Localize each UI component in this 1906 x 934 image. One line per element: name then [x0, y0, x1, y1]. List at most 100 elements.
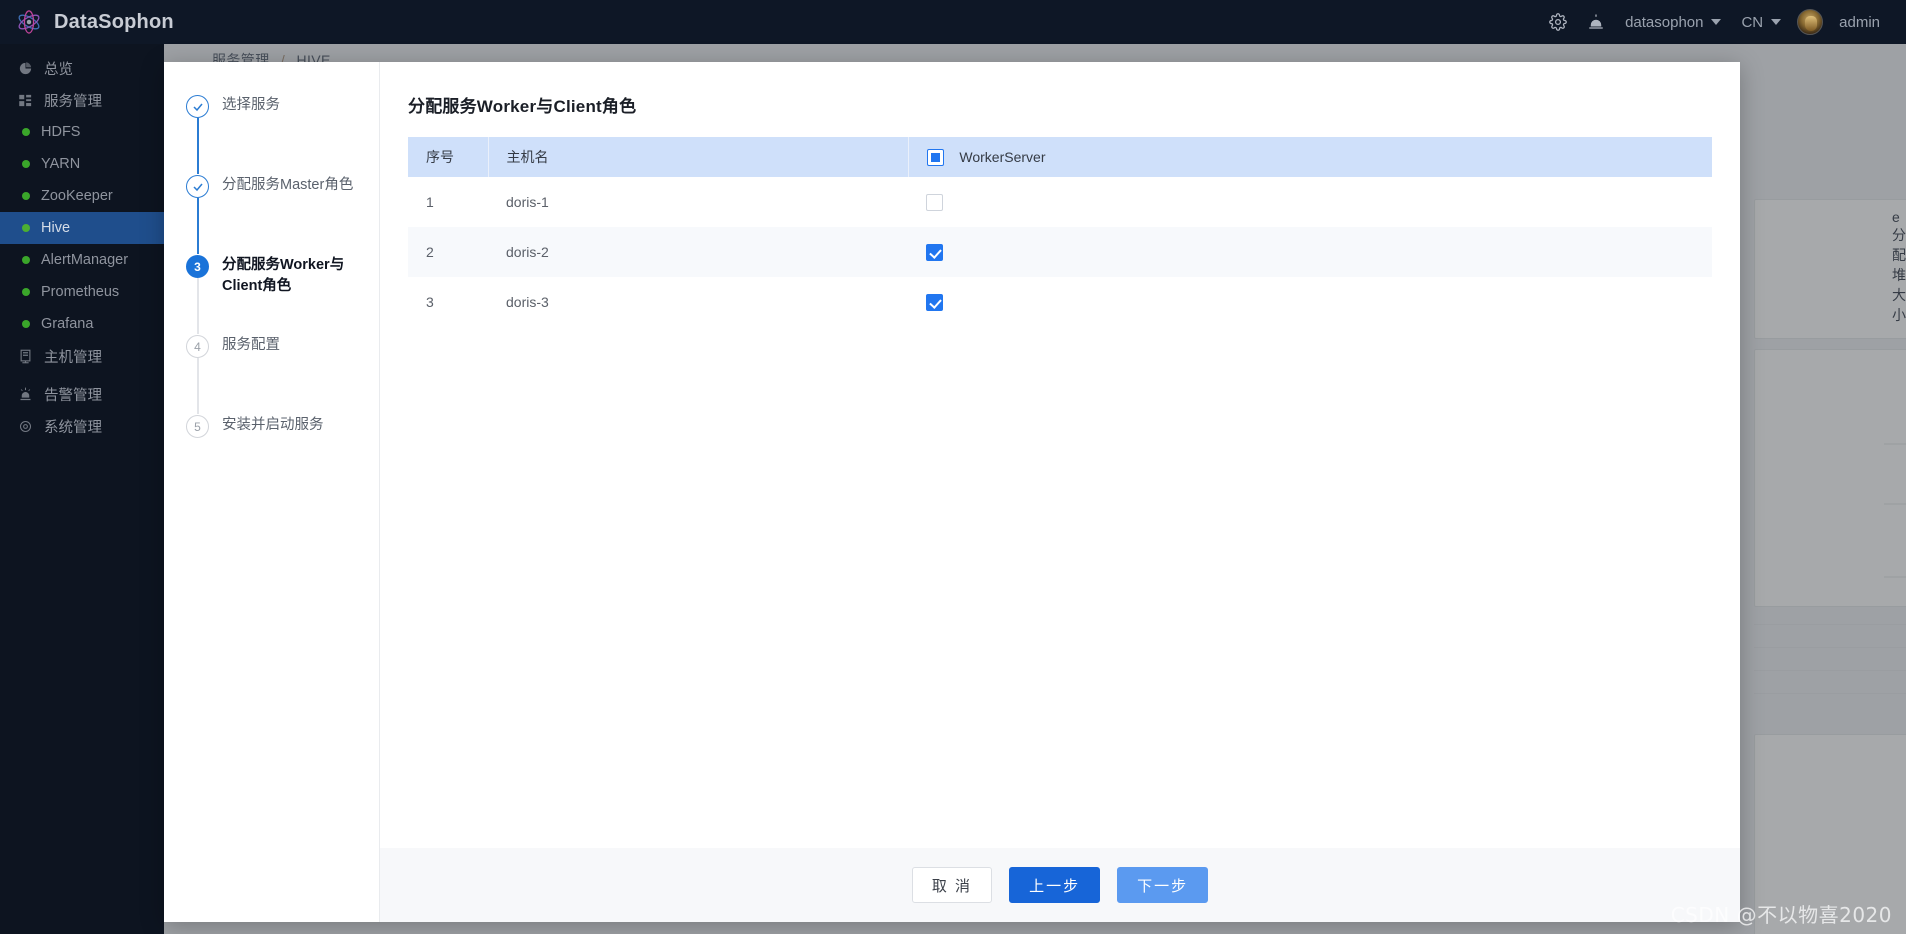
sidebar-item-hive[interactable]: Hive — [0, 212, 164, 244]
column-header-label: WorkerServer — [959, 149, 1046, 166]
table-row[interactable]: 2 doris-2 — [408, 227, 1712, 277]
previous-step-button[interactable]: 上一步 — [1009, 867, 1101, 903]
cluster-label: datasophon — [1625, 13, 1704, 31]
chevron-down-icon — [1771, 19, 1782, 25]
column-header-index: 序号 — [408, 137, 489, 177]
table-row[interactable]: 1 doris-1 — [408, 177, 1712, 227]
sidebar-item-overview[interactable]: 总览 — [0, 52, 164, 84]
user-menu[interactable]: admin — [1791, 0, 1890, 44]
wizard-content: 分配服务Worker与Client角色 序号 主机名 WorkerServer — [380, 62, 1740, 922]
hosts-table: 序号 主机名 WorkerServer 1 doris-1 2 doris-2 … — [408, 137, 1712, 327]
atom-icon — [18, 10, 40, 34]
sidebar-item-label: 系统管理 — [44, 419, 102, 436]
check-icon — [192, 103, 203, 111]
step-label: 服务配置 — [222, 337, 280, 353]
cluster-selector[interactable]: datasophon — [1615, 0, 1731, 44]
status-dot — [22, 128, 30, 136]
cell-hostname: doris-2 — [506, 244, 549, 260]
table-header-row: 序号 主机名 WorkerServer — [408, 137, 1712, 177]
sidebar-item-grafana[interactable]: Grafana — [0, 308, 164, 340]
dashboard-icon — [19, 61, 32, 74]
watermark: CSDN @不以物喜2020 — [1670, 903, 1892, 927]
status-dot — [22, 320, 30, 328]
step-number: 4 — [186, 335, 209, 358]
sidebar-item-label: 总览 — [44, 61, 73, 78]
cancel-button[interactable]: 取 消 — [911, 867, 993, 903]
avatar — [1797, 9, 1824, 35]
sidebar-item-label: 告警管理 — [44, 387, 102, 404]
sidebar-item-label: AlertManager — [41, 252, 129, 268]
step-connector — [197, 278, 199, 334]
step-connector — [197, 198, 199, 254]
header-actions: datasophon CN admin — [1539, 0, 1906, 44]
cell-workerserver — [908, 227, 1712, 277]
user-name: admin — [1839, 13, 1880, 31]
sidebar-item-yarn[interactable]: YARN — [0, 148, 164, 180]
sidebar-item-label: 服务管理 — [44, 93, 102, 110]
wizard-step-1[interactable]: 选择服务 — [186, 94, 379, 174]
status-dot — [22, 224, 30, 232]
assign-roles-modal: 选择服务 分配服务Master角色 3 分配服务Worker与Client角色 … — [164, 62, 1740, 922]
sidebar-item-alert-management[interactable]: 告警管理 — [0, 378, 164, 410]
select-all-checkbox[interactable] — [926, 148, 944, 166]
sidebar-item-service-management[interactable]: 服务管理 — [0, 84, 164, 116]
step-number: 3 — [186, 255, 209, 278]
bell-alarm-icon — [1589, 14, 1603, 29]
modal-footer: 取 消 上一步 下一步 — [380, 848, 1740, 922]
step-status-icon-check — [186, 95, 209, 118]
sidebar-item-label: YARN — [41, 156, 81, 172]
brand-name: DataSophon — [54, 10, 174, 33]
sidebar-item-alertmanager[interactable]: AlertManager — [0, 244, 164, 276]
workerserver-checkbox[interactable] — [926, 293, 943, 311]
sidebar-item-label: 主机管理 — [44, 349, 102, 366]
step-number: 5 — [186, 415, 209, 438]
column-header-workerserver: WorkerServer — [908, 137, 1712, 177]
service-grid-icon — [19, 94, 32, 106]
wizard-step-3[interactable]: 3 分配服务Worker与Client角色 — [186, 254, 379, 334]
step-connector — [197, 358, 199, 414]
wizard-step-2[interactable]: 分配服务Master角色 — [186, 174, 379, 254]
cell-index: 1 — [426, 194, 434, 210]
workerserver-checkbox[interactable] — [926, 243, 943, 261]
gear-icon — [1549, 13, 1567, 31]
sidebar-item-prometheus[interactable]: Prometheus — [0, 276, 164, 308]
status-dot — [22, 192, 30, 200]
wizard-step-5[interactable]: 5 安装并启动服务 — [186, 414, 379, 494]
step-label: 分配服务Worker与Client角色 — [222, 257, 345, 294]
sidebar-item-label: Grafana — [41, 316, 94, 332]
step-label: 安装并启动服务 — [222, 417, 324, 433]
step-connector — [197, 118, 199, 174]
sidebar-item-label: HDFS — [41, 124, 81, 140]
sidebar-item-system-management[interactable]: 系统管理 — [0, 410, 164, 442]
table-row[interactable]: 3 doris-3 — [408, 277, 1712, 327]
sidebar-item-label: Hive — [41, 220, 71, 236]
status-dot — [22, 256, 30, 264]
app-root: 服务管理 / HIVE e分配堆大小 MiB 10:00 10:30 Last … — [0, 0, 1906, 934]
column-header-hostname: 主机名 — [488, 137, 909, 177]
chevron-down-icon — [1711, 19, 1722, 25]
check-icon — [192, 183, 203, 191]
next-step-button[interactable]: 下一步 — [1117, 867, 1209, 903]
settings-button[interactable] — [1539, 0, 1577, 44]
language-label: CN — [1741, 13, 1764, 31]
language-selector[interactable]: CN — [1731, 0, 1791, 44]
sidebar-item-zookeeper[interactable]: ZooKeeper — [0, 180, 164, 212]
cell-workerserver — [908, 277, 1712, 327]
sidebar-item-host-management[interactable]: 主机管理 — [0, 340, 164, 372]
brand[interactable]: DataSophon — [0, 9, 224, 35]
alarm-icon — [20, 387, 31, 400]
cell-workerserver — [908, 177, 1712, 227]
cell-hostname: doris-1 — [506, 194, 549, 210]
status-dot — [22, 288, 30, 296]
sidebar-item-hdfs[interactable]: HDFS — [0, 116, 164, 148]
top-header: DataSophon datasophon CN admin — [0, 0, 1906, 44]
cell-index: 3 — [426, 294, 434, 310]
hosts-table-wrap: 序号 主机名 WorkerServer 1 doris-1 2 doris-2 … — [408, 137, 1712, 327]
cell-hostname: doris-3 — [506, 294, 549, 310]
workerserver-checkbox[interactable] — [926, 193, 943, 211]
status-dot — [22, 160, 30, 168]
wizard-step-4[interactable]: 4 服务配置 — [186, 334, 379, 414]
table-body: 1 doris-1 2 doris-2 3 doris-3 — [408, 177, 1712, 327]
alerts-button[interactable] — [1577, 0, 1615, 44]
sidebar: 总览 服务管理 HDFS YARN ZooKeeper Hive AlertMa… — [0, 44, 164, 934]
